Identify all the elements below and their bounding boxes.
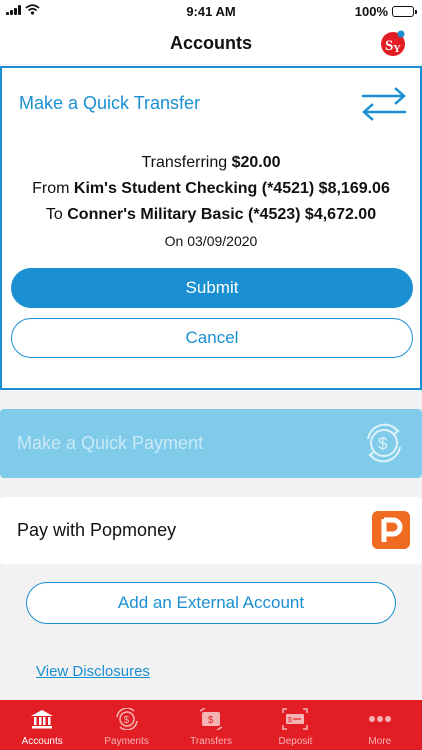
add-external-account-button[interactable]: Add an External Account: [26, 582, 396, 624]
dollar-cycle-icon: $: [115, 708, 138, 730]
transfer-from-line: From Kim's Student Checking (*4521) $8,1…: [2, 176, 420, 202]
tab-label: Deposit: [278, 736, 313, 747]
svg-text:$: $: [378, 434, 388, 453]
bank-icon: [31, 710, 54, 729]
quick-transfer-card: Make a Quick Transfer Transferring $20.0…: [0, 66, 422, 390]
transfer-amount: $20.00: [231, 154, 281, 171]
svg-text:$: $: [123, 715, 129, 726]
page-title: Accounts: [169, 33, 252, 53]
tab-label: More: [368, 736, 392, 747]
tab-label: Accounts: [21, 736, 63, 747]
transfer-amount-line: Transferring $20.00: [2, 150, 420, 176]
bank-logo-icon[interactable]: S Y: [378, 28, 408, 58]
svg-text:$: $: [288, 717, 292, 724]
status-bar: 9:41 AM 100%: [0, 0, 422, 22]
transfer-summary: Transferring $20.00 From Kim's Student C…: [2, 150, 420, 254]
tab-accounts[interactable]: Accounts: [0, 700, 84, 750]
quick-payment-card[interactable]: Make a Quick Payment $: [0, 409, 422, 478]
tab-label: Transfers: [190, 736, 232, 747]
svg-text:$: $: [208, 715, 214, 726]
transferring-label: Transferring: [141, 154, 228, 171]
tab-more[interactable]: More: [338, 700, 422, 750]
view-disclosures-link[interactable]: View Disclosures: [36, 663, 150, 680]
tab-transfers[interactable]: $ Transfers: [169, 700, 253, 750]
tab-deposit[interactable]: $ Deposit: [253, 700, 337, 750]
transfer-to-line: To Conner's Military Basic (*4523) $4,67…: [2, 202, 420, 228]
from-label: From: [32, 180, 70, 197]
tab-label: Payments: [104, 736, 149, 747]
check-deposit-icon: $: [282, 708, 309, 730]
submit-button[interactable]: Submit: [11, 268, 413, 308]
popmoney-label: Pay with Popmoney: [17, 520, 177, 540]
svg-text:Y: Y: [393, 43, 401, 55]
to-account: Conner's Military Basic (*4523) $4,672.0…: [67, 206, 377, 223]
popmoney-icon: [372, 511, 410, 549]
from-account: Kim's Student Checking (*4521) $8,169.06: [73, 180, 390, 197]
more-dots-icon: [368, 716, 391, 722]
quick-payment-title: Make a Quick Payment: [17, 433, 204, 453]
dollar-cycle-icon: $: [367, 423, 401, 463]
battery-percent: 100%: [354, 4, 388, 19]
transfer-icon: $: [199, 708, 223, 730]
app-header: Accounts S Y: [0, 22, 422, 64]
to-label: To: [45, 206, 63, 223]
tab-bar: Accounts $ Payments $ Transfers $ Deposi…: [0, 700, 422, 750]
quick-transfer-title: Make a Quick Transfer: [19, 93, 201, 113]
battery-icon: [392, 6, 417, 17]
cancel-button[interactable]: Cancel: [11, 318, 413, 358]
tab-payments[interactable]: $ Payments: [84, 700, 168, 750]
transfer-date: On 03/09/2020: [164, 233, 258, 249]
transfer-arrows-icon: [362, 87, 406, 121]
popmoney-card[interactable]: Pay with Popmoney: [0, 497, 422, 564]
